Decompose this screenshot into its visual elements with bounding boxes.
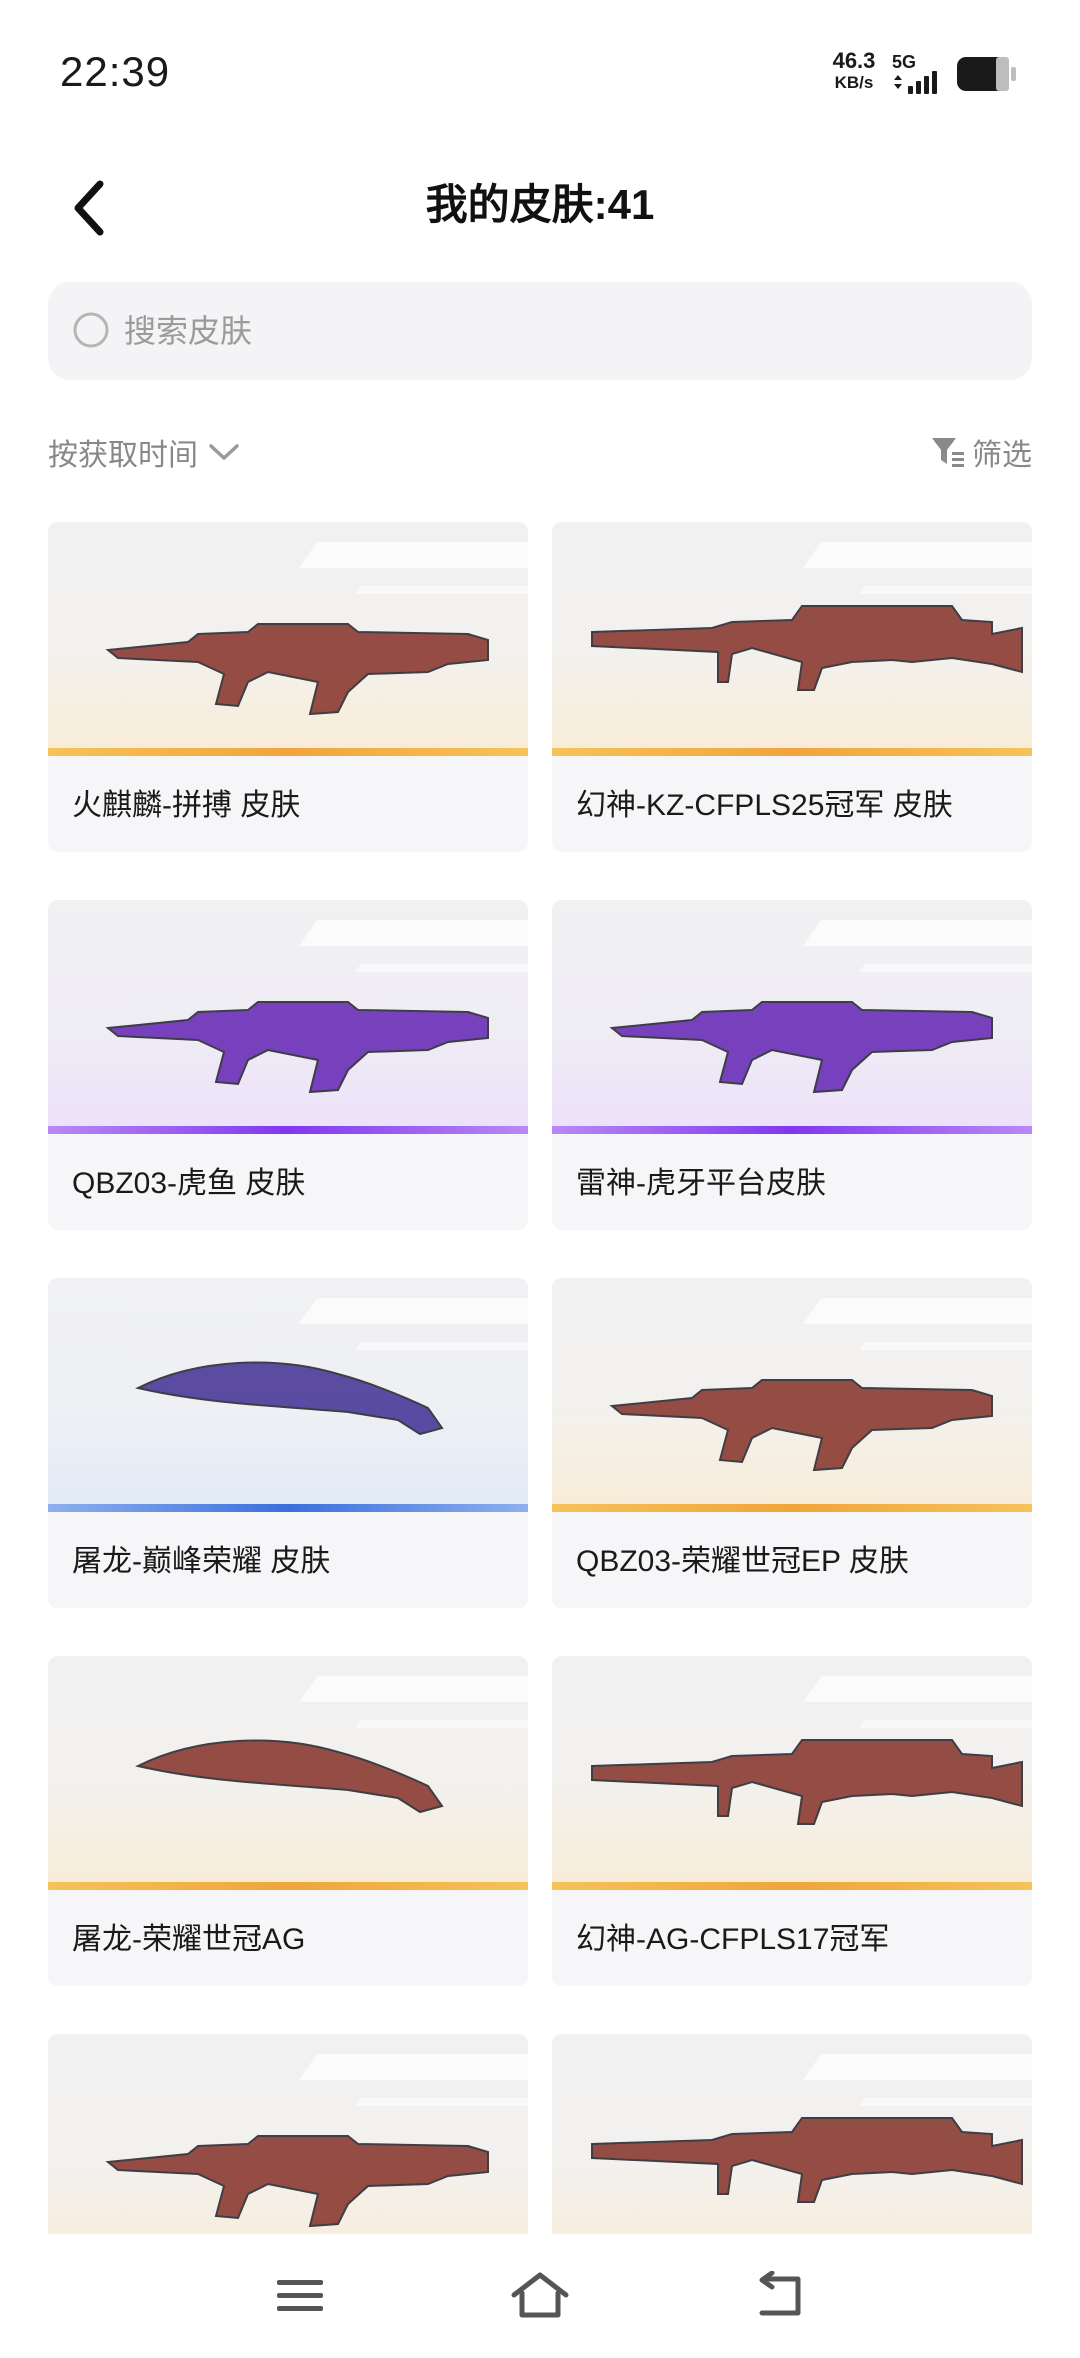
signal-icon: 5G (892, 52, 952, 96)
skin-card[interactable]: QBZ03-荣耀世冠EP 皮肤 (552, 1278, 1032, 1608)
back-nav-button[interactable] (740, 2256, 820, 2336)
rarity-bar (48, 1882, 528, 1890)
assault-rifle-icon (609, 1379, 993, 1472)
network-speed-value: 46.3 (832, 48, 876, 73)
assault-rifle-icon (609, 1001, 993, 1094)
knife-icon (135, 1739, 444, 1814)
page-title: 我的皮肤:41 (425, 181, 655, 228)
skin-image (552, 900, 1032, 1134)
sort-filter-row: 按获取时间 筛选 (48, 420, 1032, 490)
home-button[interactable] (500, 2256, 580, 2336)
skin-name: QBZ03-荣耀世冠EP 皮肤 (576, 1545, 909, 1578)
filter-icon (930, 434, 966, 470)
skin-card[interactable]: 屠龙-荣耀世冠AG (48, 1656, 528, 1986)
sort-label: 按获取时间 (48, 439, 198, 472)
skin-name: 幻神-KZ-CFPLS25冠军 皮肤 (576, 789, 953, 822)
network-speed: 46.3 KB/s (820, 50, 888, 94)
menu-button[interactable] (260, 2256, 340, 2336)
back-icon (759, 2271, 801, 2316)
skin-image (552, 1278, 1032, 1512)
menu-icon (277, 2280, 323, 2311)
rarity-bar (552, 1504, 1032, 1512)
rarity-bar (552, 748, 1032, 756)
assault-rifle-icon (105, 1001, 489, 1094)
filter-label: 筛选 (972, 439, 1032, 472)
status-time: 22:39 (60, 48, 171, 95)
skin-image (48, 2034, 528, 2234)
status-bar: 22:39 46.3 KB/s 5G (0, 0, 1080, 150)
skin-name: 屠龙-巅峰荣耀 皮肤 (72, 1545, 331, 1578)
system-nav-bar (0, 2234, 1080, 2358)
sniper-rifle-icon (591, 2117, 1023, 2203)
skin-name: 幻神-AG-CFPLS17冠军 (576, 1923, 890, 1956)
assault-rifle-icon (105, 623, 489, 716)
sniper-rifle-icon (591, 1739, 1023, 1825)
skin-card[interactable]: 屠龙-巅峰荣耀 皮肤 (48, 1278, 528, 1608)
search-box[interactable] (48, 282, 1032, 380)
knife-icon (135, 1361, 444, 1436)
network-speed-unit: KB/s (834, 73, 874, 92)
skin-card[interactable]: 幻神-KZ-CFPLS25冠军 皮肤 (552, 522, 1032, 852)
skin-name: 雷神-虎牙平台皮肤 (576, 1167, 826, 1200)
skin-card[interactable]: 雷神-虎牙平台皮肤 (552, 900, 1032, 1230)
skin-image (48, 1278, 528, 1512)
skin-card[interactable]: 幻神-AG-CFPLS17冠军 (552, 1656, 1032, 1986)
skin-grid: 火麒麟-拼搏 皮肤 幻神-KZ-CFPLS25冠军 皮肤 QBZ03-虎鱼 皮肤 雷神… (48, 522, 1032, 2234)
skin-image (552, 522, 1032, 756)
skin-name: 火麒麟-拼搏 皮肤 (72, 789, 301, 822)
rarity-bar (48, 748, 528, 756)
skin-image (552, 1656, 1032, 1890)
header: 我的皮肤:41 (0, 150, 1080, 270)
search-input[interactable] (122, 300, 986, 362)
skin-name: QBZ03-虎鱼 皮肤 (72, 1167, 306, 1200)
assault-rifle-icon (105, 2135, 489, 2228)
rarity-bar (552, 1126, 1032, 1134)
skin-card[interactable]: 火麒麟-拼搏 皮肤 (48, 522, 528, 852)
search-icon (70, 309, 114, 353)
skin-image (48, 1656, 528, 1890)
skin-name: 屠龙-荣耀世冠AG (72, 1923, 306, 1956)
skin-card[interactable] (48, 2034, 528, 2234)
sniper-rifle-icon (591, 605, 1023, 691)
chevron-down-icon (208, 442, 240, 462)
skin-card[interactable]: QBZ03-虎鱼 皮肤 (48, 900, 528, 1230)
rarity-bar (48, 1504, 528, 1512)
sort-dropdown[interactable]: 按获取时间 (48, 430, 240, 474)
filter-button[interactable]: 筛选 (930, 430, 1032, 474)
rarity-bar (552, 1882, 1032, 1890)
skin-image (48, 900, 528, 1134)
skin-card[interactable] (552, 2034, 1032, 2234)
skin-image (48, 522, 528, 756)
home-icon (511, 2272, 569, 2318)
battery-icon (956, 56, 1018, 92)
rarity-bar (48, 1126, 528, 1134)
skin-image (552, 2034, 1032, 2234)
